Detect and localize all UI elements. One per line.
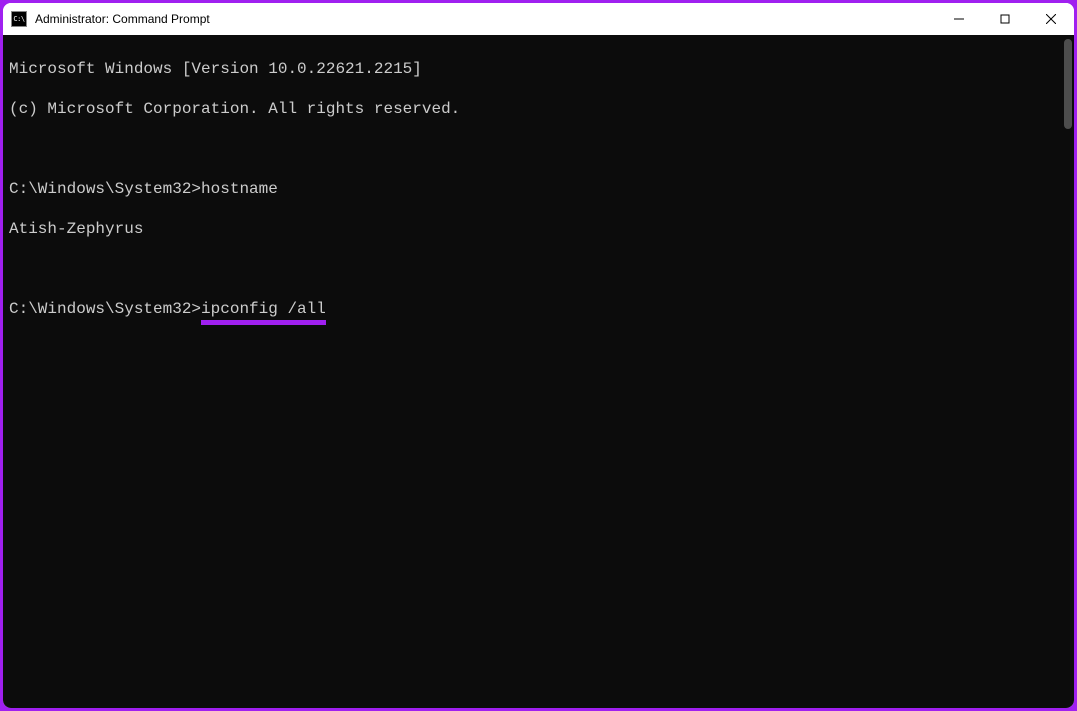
cmd-icon: C:\ [11,11,27,27]
command-hostname: hostname [201,180,278,198]
blank-line [9,259,1068,279]
terminal-output: Microsoft Windows [Version 10.0.22621.22… [3,35,1074,363]
copyright-line: (c) Microsoft Corporation. All rights re… [9,99,1068,119]
prompt-line-2: C:\Windows\System32>ipconfig /all [9,299,1068,319]
vertical-scrollbar[interactable] [1064,39,1072,129]
maximize-button[interactable] [982,3,1028,35]
close-button[interactable] [1028,3,1074,35]
command-prompt-window: C:\ Administrator: Command Prompt Micros… [3,3,1074,708]
window-controls [936,3,1074,35]
titlebar[interactable]: C:\ Administrator: Command Prompt [3,3,1074,35]
prompt-path: C:\Windows\System32> [9,300,201,318]
minimize-button[interactable] [936,3,982,35]
prompt-path: C:\Windows\System32> [9,180,201,198]
hostname-output: Atish-Zephyrus [9,219,1068,239]
terminal-area[interactable]: Microsoft Windows [Version 10.0.22621.22… [3,35,1074,708]
command-ipconfig: ipconfig /all [201,299,326,319]
version-line: Microsoft Windows [Version 10.0.22621.22… [9,59,1068,79]
window-title: Administrator: Command Prompt [35,12,936,26]
blank-line [9,139,1068,159]
prompt-line-1: C:\Windows\System32>hostname [9,179,1068,199]
